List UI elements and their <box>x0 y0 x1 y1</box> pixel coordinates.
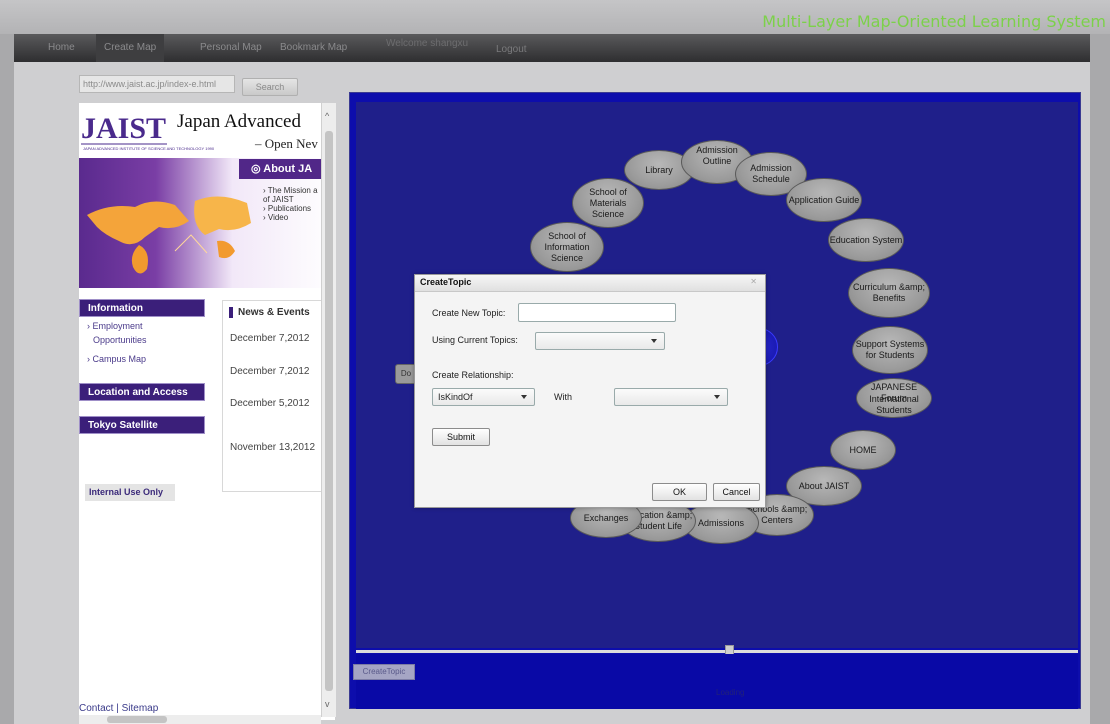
map-node-school-materials-science[interactable]: School of Materials Science <box>572 178 644 228</box>
world-map-image <box>87 196 251 274</box>
about-links: › The Mission a of JAIST › Publications … <box>263 186 318 222</box>
nav-home[interactable]: Home <box>48 42 75 53</box>
contact-sitemap-links[interactable]: Contact | Sitemap <box>79 703 158 714</box>
jaist-logo-small: JAPAN ADVANCED INSTITUTE OF SCIENCE AND … <box>83 146 215 151</box>
internal-use-button[interactable]: Internal Use Only <box>85 484 175 501</box>
map-node-support-systems[interactable]: Support Systems for Students <box>852 326 928 374</box>
about-link-mission[interactable]: › The Mission a <box>263 186 318 195</box>
map-node-curriculum[interactable]: Curriculum &amp; Benefits <box>848 268 930 318</box>
map-node-japanese-forum[interactable]: JAPANESE Forum International Students <box>856 378 932 418</box>
jaist-page-title: Japan Advanced <box>177 111 301 132</box>
chevron-down-icon <box>651 339 657 343</box>
about-link-video[interactable]: › Video <box>263 213 318 222</box>
jaist-logo-text: JAIST <box>81 112 166 145</box>
zoom-slider-track[interactable] <box>356 650 1078 653</box>
news-date[interactable]: December 7,2012 <box>230 366 310 377</box>
news-date[interactable]: December 5,2012 <box>230 398 310 409</box>
search-button[interactable]: Search <box>242 78 298 96</box>
campus-map-link[interactable]: › Campus Map <box>87 354 146 364</box>
scroll-down-icon[interactable]: v <box>325 699 330 709</box>
submit-button[interactable]: Submit <box>432 428 490 446</box>
scroll-thumb[interactable] <box>325 131 333 691</box>
tokyo-satellite-button[interactable]: Tokyo Satellite <box>79 416 205 434</box>
dialog-titlebar[interactable]: CreateTopic ✕ <box>415 275 765 292</box>
opportunities-link[interactable]: Opportunities <box>93 335 147 345</box>
h-scroll-thumb[interactable] <box>107 716 167 723</box>
scroll-up-icon[interactable]: ^ <box>325 111 329 121</box>
create-topic-button[interactable]: CreateTopic <box>353 664 415 680</box>
dialog-title: CreateTopic <box>420 277 472 287</box>
news-date[interactable]: December 7,2012 <box>230 333 310 344</box>
map-node-application-guide[interactable]: Application Guide <box>786 178 862 222</box>
about-link-publications[interactable]: › Publications <box>263 204 318 213</box>
news-heading: News & Events <box>229 307 310 318</box>
dialog-close-icon[interactable]: ✕ <box>750 277 757 286</box>
information-button[interactable]: Information <box>79 299 205 317</box>
nav-bar: Home Create Map Personal Map Bookmark Ma… <box>14 34 1090 62</box>
location-access-button[interactable]: Location and Access <box>79 383 205 401</box>
new-topic-input[interactable] <box>518 303 676 322</box>
browser-vertical-scrollbar[interactable]: ^ v <box>321 103 336 717</box>
nav-bookmark-map[interactable]: Bookmark Map <box>280 42 347 53</box>
chevron-down-icon <box>714 395 720 399</box>
map-node-education-system[interactable]: Education System <box>828 218 904 262</box>
current-topics-select[interactable] <box>535 332 665 350</box>
welcome-text: Welcome shangxu <box>386 38 469 49</box>
browser-horizontal-scrollbar[interactable] <box>79 715 321 724</box>
with-select[interactable] <box>614 388 728 406</box>
with-label: With <box>554 392 572 402</box>
top-strip: Multi-Layer Map-Oriented Learning System <box>0 0 1110 34</box>
employment-link[interactable]: › Employment <box>87 321 143 331</box>
app-title: Multi-Layer Map-Oriented Learning System <box>762 12 1106 31</box>
logout-link[interactable]: Logout <box>496 44 527 55</box>
bottom-status-text: Loading <box>716 688 745 697</box>
news-box <box>222 300 325 492</box>
chevron-down-icon <box>521 395 527 399</box>
url-input[interactable]: http://www.jaist.ac.jp/index-e.html <box>79 75 235 93</box>
nav-personal-map[interactable]: Personal Map <box>200 42 262 53</box>
map-node-school-info-science[interactable]: School of Information Science <box>530 222 604 272</box>
cancel-button[interactable]: Cancel <box>713 483 760 501</box>
new-topic-label: Create New Topic: <box>432 308 506 318</box>
about-link-mission-2[interactable]: of JAIST <box>263 195 318 204</box>
ok-button[interactable]: OK <box>652 483 707 501</box>
jaist-page-subtitle: – Open Nev <box>255 136 318 151</box>
map-node-home[interactable]: HOME <box>830 430 896 470</box>
news-date[interactable]: November 13,2012 <box>230 442 315 453</box>
map-bottom-bar <box>356 654 1078 709</box>
relationship-select[interactable]: IsKindOf <box>432 388 535 406</box>
nav-create-map[interactable]: Create Map <box>96 34 165 62</box>
create-topic-dialog: CreateTopic ✕ Create New Topic: Using Cu… <box>414 274 766 508</box>
relationship-label: Create Relationship: <box>432 370 514 380</box>
web-browser-panel: JAIST JAPAN ADVANCED INSTITUTE OF SCIENC… <box>79 103 335 720</box>
current-topics-label: Using Current Topics: <box>432 335 518 345</box>
